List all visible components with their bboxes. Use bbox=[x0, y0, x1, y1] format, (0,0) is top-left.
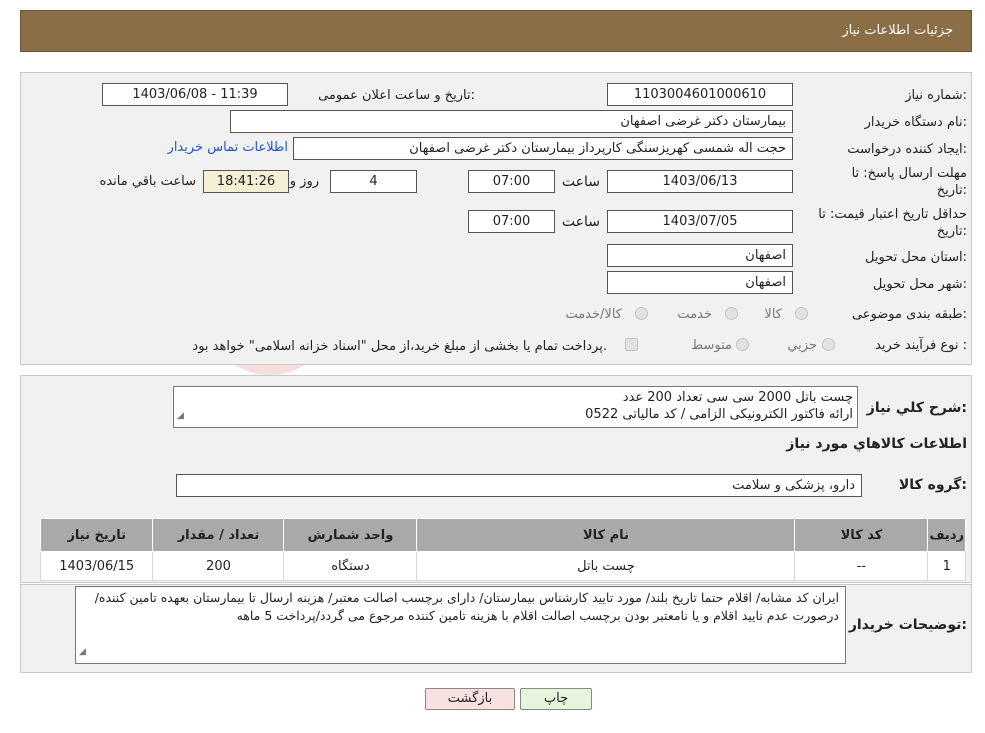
print-button[interactable]: چاپ bbox=[520, 688, 592, 710]
province-label: استان محل تحویل: bbox=[865, 250, 967, 265]
cell-quantity: 200 bbox=[152, 551, 285, 581]
purchase-radio-medium[interactable] bbox=[736, 338, 749, 351]
resize-grip-icon[interactable]: ◢ bbox=[177, 408, 184, 425]
col-goods-name: نام كالا bbox=[416, 518, 796, 552]
deadline-date-field: 1403/06/13 bbox=[607, 170, 793, 193]
col-need-date: تاريخ نياز bbox=[39, 518, 154, 552]
category-option-goods: کالا bbox=[764, 307, 782, 322]
category-option-service: خدمت bbox=[677, 307, 712, 322]
buyer-contact-link[interactable]: اطلاعات تماس خریدار bbox=[168, 140, 288, 155]
purchase-type-label: نوع فرآیند خرید : bbox=[875, 338, 967, 353]
requester-label: ایجاد کننده درخواست: bbox=[847, 142, 967, 157]
cell-unit: دستگاه bbox=[283, 551, 418, 581]
days-label: روز و bbox=[289, 174, 319, 189]
need-number-field: 1103004601000610 bbox=[607, 83, 793, 106]
category-radio-service[interactable] bbox=[725, 307, 738, 320]
cell-goods-code: -- bbox=[794, 551, 929, 581]
province-field: اصفهان bbox=[607, 244, 793, 267]
buyer-notes-label: توضيحات خريدار: bbox=[848, 617, 967, 633]
cell-need-date: 1403/06/15 bbox=[39, 551, 154, 581]
table-header-row: رديف كد كالا نام كالا واحد شمارش تعداد /… bbox=[39, 518, 966, 552]
price-validity-label: حداقل تاریخ اعتبار قیمت: تا تاریخ: bbox=[818, 206, 967, 240]
col-quantity: تعداد / مقدار bbox=[152, 518, 285, 552]
purchase-radio-minor[interactable] bbox=[822, 338, 835, 351]
price-validity-time-field: 07:00 bbox=[468, 210, 555, 233]
price-validity-date-field: 1403/07/05 bbox=[607, 210, 793, 233]
days-field: 4 bbox=[330, 170, 417, 193]
deadline-time-field: 07:00 bbox=[468, 170, 555, 193]
category-radio-goods[interactable] bbox=[795, 307, 808, 320]
deadline-label-1: مهلت ارسال پاسخ: تا bbox=[851, 166, 967, 181]
cell-goods-name: چست باتل bbox=[416, 551, 796, 581]
requester-field: حجت اله شمسی کهریزسنگی کارپرداز بیمارستا… bbox=[293, 137, 793, 160]
purchase-note: پرداخت تمام یا بخشی از مبلغ خرید،از محل … bbox=[192, 339, 607, 354]
announce-datetime-label: تاریخ و ساعت اعلان عمومی: bbox=[318, 88, 475, 103]
description-line-1: چست باتل 2000 سی سی تعداد 200 عدد bbox=[622, 390, 853, 405]
buyer-notes-textarea[interactable]: ایران کد مشابه/ اقلام حتما تاریخ بلند/ م… bbox=[75, 586, 846, 664]
purchase-option-minor: جزیي bbox=[787, 338, 817, 353]
page-title: جزئیات اطلاعات نیاز bbox=[842, 23, 953, 38]
deadline-label-2: تاریخ: bbox=[936, 183, 967, 198]
buyer-notes-text: ایران کد مشابه/ اقلام حتما تاریخ بلند/ م… bbox=[94, 590, 839, 623]
col-unit: واحد شمارش bbox=[283, 518, 418, 552]
deadline-label: مهلت ارسال پاسخ: تا تاریخ: bbox=[852, 165, 967, 199]
goods-group-label: گروه كالا: bbox=[898, 477, 967, 493]
goods-group-field: دارو، پزشکی و سلامت bbox=[176, 474, 862, 497]
category-label: طبقه بندی موضوعی: bbox=[851, 307, 967, 322]
purchase-note-checkbox[interactable] bbox=[625, 338, 638, 351]
goods-section-title: اطلاعات كالاهاي مورد نياز bbox=[786, 436, 967, 452]
buyer-org-label: نام دستگاه خریدار: bbox=[864, 115, 967, 130]
page-header: جزئیات اطلاعات نیاز bbox=[20, 10, 972, 52]
remaining-time-field: 18:41:26 bbox=[203, 170, 289, 193]
purchase-option-medium: متوسط bbox=[691, 338, 732, 353]
price-validity-label-2: تاریخ: bbox=[936, 224, 967, 239]
description-textarea[interactable]: چست باتل 2000 سی سی تعداد 200 عدد ارائه … bbox=[173, 386, 858, 428]
city-field: اصفهان bbox=[607, 271, 793, 294]
category-option-goods-service: کالا/خدمت bbox=[565, 307, 622, 322]
goods-table: رديف كد كالا نام كالا واحد شمارش تعداد /… bbox=[39, 518, 966, 581]
notes-resize-grip-icon[interactable]: ◢ bbox=[79, 643, 86, 661]
price-validity-label-1: حداقل تاریخ اعتبار قیمت: تا bbox=[818, 207, 967, 222]
col-row: رديف bbox=[927, 518, 966, 552]
cell-row: 1 bbox=[927, 551, 966, 581]
col-goods-code: كد كالا bbox=[794, 518, 929, 552]
announce-datetime-field: 1403/06/08 - 11:39 bbox=[102, 83, 288, 106]
buyer-org-field: بیمارستان دکتر غرضی اصفهان bbox=[230, 110, 793, 133]
price-validity-time-label: ساعت bbox=[561, 214, 600, 230]
category-radio-goods-service[interactable] bbox=[635, 307, 648, 320]
table-row: 1 -- چست باتل دستگاه 200 1403/06/15 bbox=[39, 551, 966, 581]
remaining-label: ساعت باقي مانده bbox=[99, 174, 196, 189]
description-label: شرح كلي نياز: bbox=[866, 400, 967, 416]
back-button[interactable]: بازگشت bbox=[425, 688, 515, 710]
deadline-time-label: ساعت bbox=[561, 174, 600, 190]
description-line-2: ارائه فاکتور الکترونیکی الزامی / کد مالی… bbox=[585, 407, 853, 422]
need-number-label: شماره نیاز: bbox=[905, 88, 967, 103]
city-label: شهر محل تحویل: bbox=[872, 277, 967, 292]
